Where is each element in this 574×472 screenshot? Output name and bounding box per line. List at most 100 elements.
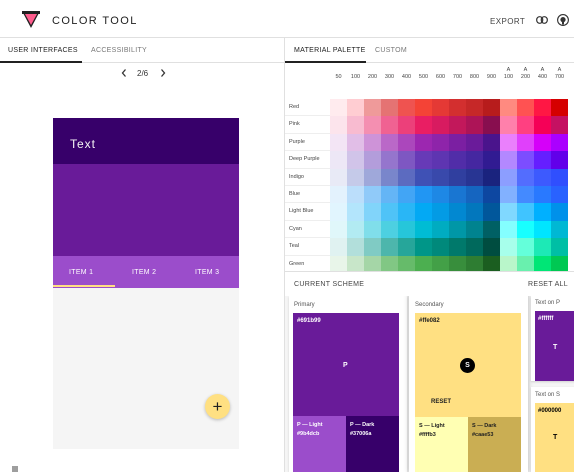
- palette-swatch[interactable]: [551, 99, 568, 117]
- palette-swatch[interactable]: [466, 238, 483, 256]
- palette-swatch[interactable]: [415, 220, 432, 239]
- palette-swatch[interactable]: [483, 220, 500, 239]
- palette-swatch[interactable]: [398, 238, 415, 256]
- palette-swatch[interactable]: [534, 186, 551, 204]
- palette-swatch[interactable]: [517, 99, 534, 117]
- palette-swatch[interactable]: [483, 255, 500, 271]
- palette-swatch[interactable]: [381, 168, 398, 187]
- palette-swatch[interactable]: [364, 255, 381, 271]
- palette-swatch[interactable]: [432, 99, 449, 117]
- palette-swatch[interactable]: [330, 186, 347, 204]
- palette-swatch[interactable]: [449, 255, 466, 271]
- palette-swatch[interactable]: [364, 238, 381, 256]
- palette-swatch[interactable]: [534, 151, 551, 169]
- palette-swatch[interactable]: [381, 186, 398, 204]
- palette-swatch[interactable]: [466, 168, 483, 187]
- palette-swatch[interactable]: [483, 99, 500, 117]
- palette-swatch[interactable]: [449, 203, 466, 222]
- reset-all-button[interactable]: RESET ALL: [528, 281, 568, 288]
- palette-swatch[interactable]: [551, 203, 568, 222]
- palette-swatch[interactable]: [364, 168, 381, 187]
- palette-swatch[interactable]: [466, 133, 483, 152]
- chevron-left-icon[interactable]: [120, 68, 128, 78]
- palette-swatch[interactable]: [432, 238, 449, 256]
- primary-swatch[interactable]: #691b99 P: [293, 313, 399, 416]
- palette-swatch[interactable]: [381, 151, 398, 169]
- palette-swatch[interactable]: [449, 151, 466, 169]
- palette-swatch[interactable]: [534, 133, 551, 152]
- palette-swatch[interactable]: [449, 186, 466, 204]
- palette-swatch[interactable]: [364, 151, 381, 169]
- palette-swatch[interactable]: [551, 238, 568, 256]
- palette-swatch[interactable]: [517, 168, 534, 187]
- secondary-dark-swatch[interactable]: S — Dark #caae53: [468, 417, 521, 472]
- palette-swatch[interactable]: [415, 203, 432, 222]
- palette-swatch[interactable]: [347, 116, 364, 135]
- palette-swatch[interactable]: [517, 186, 534, 204]
- text-on-secondary-swatch[interactable]: #000000 T: [535, 403, 574, 472]
- palette-swatch[interactable]: [398, 220, 415, 239]
- palette-swatch[interactable]: [517, 220, 534, 239]
- palette-swatch[interactable]: [534, 168, 551, 187]
- palette-swatch[interactable]: [449, 220, 466, 239]
- palette-swatch[interactable]: [551, 133, 568, 152]
- palette-swatch[interactable]: [500, 203, 517, 222]
- palette-swatch[interactable]: [381, 238, 398, 256]
- palette-swatch[interactable]: [364, 99, 381, 117]
- link-icon[interactable]: [536, 16, 548, 24]
- palette-swatch[interactable]: [381, 99, 398, 117]
- palette-swatch[interactable]: [466, 186, 483, 204]
- github-icon[interactable]: [557, 14, 569, 26]
- palette-swatch[interactable]: [415, 133, 432, 152]
- palette-swatch[interactable]: [347, 238, 364, 256]
- palette-swatch[interactable]: [398, 186, 415, 204]
- palette-swatch[interactable]: [415, 255, 432, 271]
- palette-swatch[interactable]: [347, 151, 364, 169]
- palette-swatch[interactable]: [330, 116, 347, 135]
- palette-swatch[interactable]: [466, 151, 483, 169]
- palette-swatch[interactable]: [415, 99, 432, 117]
- palette-swatch[interactable]: [483, 133, 500, 152]
- palette-swatch[interactable]: [551, 116, 568, 135]
- fab-button[interactable]: +: [205, 394, 230, 419]
- palette-swatch[interactable]: [449, 116, 466, 135]
- palette-swatch[interactable]: [347, 255, 364, 271]
- palette-swatch[interactable]: [347, 203, 364, 222]
- palette-swatch[interactable]: [517, 133, 534, 152]
- palette-swatch[interactable]: [330, 220, 347, 239]
- preview-tab-item-2[interactable]: ITEM 2: [132, 269, 156, 276]
- palette-swatch[interactable]: [534, 220, 551, 239]
- secondary-reset-button[interactable]: RESET: [431, 399, 451, 405]
- palette-swatch[interactable]: [364, 220, 381, 239]
- palette-swatch[interactable]: [483, 168, 500, 187]
- palette-swatch[interactable]: [398, 151, 415, 169]
- palette-swatch[interactable]: [500, 220, 517, 239]
- palette-swatch[interactable]: [466, 220, 483, 239]
- palette-swatch[interactable]: [330, 151, 347, 169]
- tab-user-interfaces[interactable]: USER INTERFACES: [8, 47, 78, 54]
- palette-swatch[interactable]: [551, 186, 568, 204]
- palette-swatch[interactable]: [364, 133, 381, 152]
- palette-swatch[interactable]: [551, 168, 568, 187]
- primary-light-swatch[interactable]: P — Light #9b4dcb: [293, 416, 346, 472]
- palette-swatch[interactable]: [398, 168, 415, 187]
- palette-swatch[interactable]: [500, 168, 517, 187]
- palette-swatch[interactable]: [330, 238, 347, 256]
- chevron-right-icon[interactable]: [159, 68, 167, 78]
- palette-swatch[interactable]: [347, 220, 364, 239]
- palette-swatch[interactable]: [330, 133, 347, 152]
- palette-swatch[interactable]: [347, 186, 364, 204]
- palette-swatch[interactable]: [466, 255, 483, 271]
- preview-tab-item-3[interactable]: ITEM 3: [195, 269, 219, 276]
- palette-swatch[interactable]: [483, 151, 500, 169]
- palette-swatch[interactable]: [483, 186, 500, 204]
- secondary-swatch[interactable]: #ffe082 S RESET: [415, 313, 521, 417]
- palette-swatch[interactable]: [432, 220, 449, 239]
- palette-swatch[interactable]: [347, 99, 364, 117]
- palette-swatch[interactable]: [415, 186, 432, 204]
- palette-swatch[interactable]: [517, 238, 534, 256]
- palette-swatch[interactable]: [483, 238, 500, 256]
- palette-swatch[interactable]: [500, 99, 517, 117]
- palette-swatch[interactable]: [517, 116, 534, 135]
- preview-tab-item-1[interactable]: ITEM 1: [69, 269, 93, 276]
